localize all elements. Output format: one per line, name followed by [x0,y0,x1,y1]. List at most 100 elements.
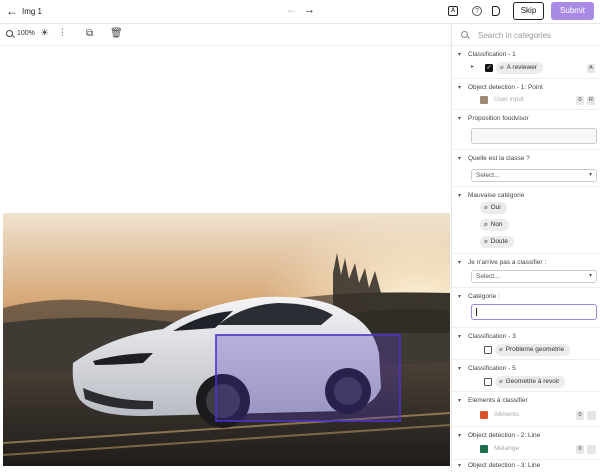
adjust-sliders-icon[interactable]: ⫶ [61,28,64,40]
copy-icon[interactable]: ⧉ [86,28,93,40]
a-box-icon[interactable]: A [448,6,458,16]
section-title: Object detection - 2: Line [468,432,541,439]
section-quelle-classe: ▾ Quelle est la classe ? Select... ▾ [452,150,600,187]
section-title: Je n'arrive pas a classifier : [468,259,547,266]
option-label: Non [490,221,503,228]
checkbox[interactable] [484,346,492,354]
option-pill-doute[interactable]: ⌀ Doute [480,236,514,248]
label-text: Probleme geometrie [505,346,565,353]
help-icon[interactable]: ? [472,6,482,16]
image-canvas[interactable] [0,46,451,472]
image-title: Img 1 [22,7,43,16]
section-header[interactable]: ▾ Je n'arrive pas a classifier : [458,259,546,266]
text-field[interactable] [471,128,597,144]
checkbox[interactable] [484,378,492,386]
color-swatch [480,445,488,453]
section-je-narrive-pas: ▾ Je n'arrive pas a classifier : Select..… [452,254,600,288]
label-pill[interactable]: ⌀ Geometrie à revoir [495,376,566,388]
option-pill-non[interactable]: ⌀ Non [480,219,509,231]
section-header[interactable]: ▾ Mauvaise catégorie [458,192,524,199]
section-header[interactable]: ▾ Proposition foodvisor [458,115,529,122]
top-bar: ← Img 1 ← → A ? Skip Submit [0,0,600,24]
section-proposition-foodvisor: ▾ Proposition foodvisor [452,110,600,150]
section-header[interactable]: ▾ Classification - 5 [458,365,516,372]
chevron-down-icon: ▾ [458,260,462,266]
categories-panel: ▾Classification - 1 ▸ ✓ ⌀A reviewer A ▾O… [451,24,600,472]
section-title: Classification - 5 [468,365,516,372]
label-text[interactable]: Melange [494,445,519,452]
section-header[interactable]: ▾ Classification - 3 [458,333,516,340]
classify-select[interactable]: Select... ▾ [471,270,597,283]
zoom-icon[interactable] [6,30,13,37]
option-pill-oui[interactable]: ⌀ Oui [480,202,507,214]
section-header[interactable]: ▾ Catégorie : [458,293,500,300]
section-title: Classification - 3 [468,333,516,340]
skip-button[interactable]: Skip [513,2,544,20]
submit-button[interactable]: Submit [551,2,594,20]
class-select[interactable]: Select... ▾ [471,169,597,182]
count-badge: 0 [576,445,584,454]
chevron-down-icon: ▾ [458,433,462,439]
checkbox[interactable]: ✓ [485,64,493,72]
chevron-down-icon: ▾ [458,116,462,122]
section-elements-a-classifier: ▾ Elements à classifier Aliments 0 [452,392,600,427]
section-title: Object detection - 3: Line [468,462,541,469]
section-header[interactable]: ▾ Object detection - 3: Line [458,462,540,469]
section-object-detection-3: ▾ Object detection - 3: Line [452,460,600,472]
search-input[interactable] [478,28,596,42]
section-title: Classification - 1 [468,51,516,58]
chevron-down-icon: ▾ [458,156,462,162]
option-label: Oui [490,204,501,211]
section-header[interactable]: ▾ Object detection - 1: Point [458,84,543,91]
section-header[interactable]: ▾ Object detection - 2: Line [458,432,540,439]
select-value: Select... [476,273,500,280]
shortcut-key: A [587,64,595,73]
chevron-down-icon: ▾ [458,85,462,91]
label-pill[interactable]: ⌀ A reviewer [496,62,543,74]
chevron-down-icon: ▾ [458,334,462,340]
section-header[interactable]: ▾ Classification - 1 [458,51,516,58]
section-object-detection-1: ▾ Object detection - 1: Point User input … [452,79,600,110]
section-title: Proposition foodvisor [468,115,529,122]
back-arrow-icon[interactable]: ← [6,4,18,18]
section-header[interactable]: ▾ Elements à classifier [458,397,528,404]
categorie-input[interactable] [471,304,597,320]
search-icon [461,31,468,38]
chevron-down-icon: ▾ [458,366,462,372]
count-badge: 0 [576,411,584,420]
label-text[interactable]: Aliments [494,411,519,418]
section-title: Quelle est la classe ? [468,155,530,162]
section-mauvaise-categorie: ▾ Mauvaise catégorie ⌀ Oui ⌀ Non ⌀ Doute [452,187,600,254]
trash-icon[interactable]: 🗑 [110,28,123,40]
section-title: Object detection - 1: Point [468,84,543,91]
section-classification-5: ▾ Classification - 5 ⌀ Geometrie à revoir [452,360,600,392]
label-text[interactable]: User input [494,96,524,103]
label-pill[interactable]: ⌀ Probleme geometrie [495,344,571,356]
color-swatch [480,96,488,104]
prev-arrow-icon[interactable]: ← [286,4,297,16]
image-toolbar: 100% ☀ ⫶ ⧉ 🗑 [0,24,451,46]
tag-icon[interactable] [492,6,500,16]
select-value: Select... [476,172,500,179]
section-title: Mauvaise catégorie [468,192,525,199]
bounding-box[interactable] [215,334,401,422]
option-label: Doute [490,238,508,245]
chevron-down-icon: ▾ [588,273,592,279]
count-badge: 0 [576,96,584,105]
section-classification-3: ▾ Classification - 3 ⌀ Probleme geometrie [452,328,600,360]
section-object-detection-2: ▾ Object detection - 2: Line Melange 0 [452,427,600,460]
tag-icon: ⌀ [484,205,488,211]
zoom-level[interactable]: 100% [17,30,35,37]
chevron-right-icon[interactable]: ▸ [471,63,474,70]
section-categorie: ▾ Catégorie : [452,288,600,328]
section-title: Catégorie : [468,293,500,300]
next-arrow-icon[interactable]: → [304,4,315,16]
shortcut-key [587,445,596,454]
brightness-icon[interactable]: ☀ [40,28,49,40]
search-bar [452,24,600,46]
section-header[interactable]: ▾ Quelle est la classe ? [458,155,530,162]
chevron-down-icon: ▾ [458,193,462,199]
label-text: Geometrie à revoir [505,378,560,385]
chevron-down-icon: ▾ [458,463,462,469]
label-text: A reviewer [506,64,537,71]
